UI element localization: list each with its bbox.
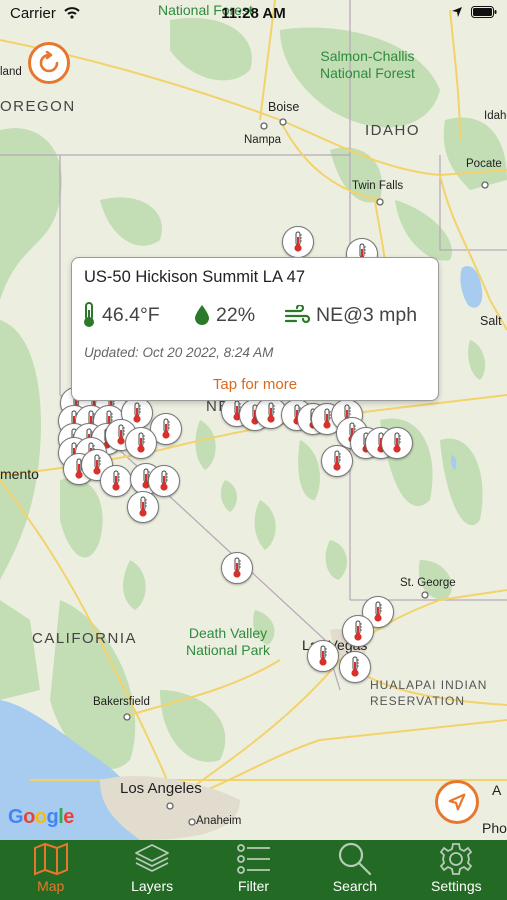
location-arrow-icon [448, 793, 466, 811]
tab-search[interactable]: Search [304, 840, 405, 900]
sensor-marker[interactable] [148, 465, 180, 497]
sensor-marker[interactable] [127, 491, 159, 523]
wind-reading: NE@3 mph [284, 304, 417, 327]
station-readings: 46.4°F 22% NE@3 mph [82, 302, 428, 328]
city-label-idaho-falls: Idaho [484, 110, 507, 122]
thermometer-icon [333, 450, 341, 471]
tab-settings[interactable]: Settings [406, 840, 507, 900]
location-services-icon [452, 7, 462, 17]
thermometer-icon [84, 302, 94, 327]
city-label-salt: Salt [480, 314, 502, 328]
thermometer-icon [354, 620, 362, 641]
region-label-hualapai: HUALAPAI INDIAN RESERVATION [370, 678, 488, 708]
clock: 11:28 AM [221, 5, 286, 22]
city-label-twin-falls: Twin Falls [352, 180, 404, 192]
status-right [451, 6, 497, 18]
thermometer-icon [133, 402, 141, 423]
sensor-marker[interactable] [321, 445, 353, 477]
thermometer-icon [112, 470, 120, 491]
sensor-marker[interactable] [307, 640, 339, 672]
sensor-marker[interactable] [100, 465, 132, 497]
humidity-value: 22% [216, 303, 256, 326]
tab-layers[interactable]: Layers [101, 840, 202, 900]
gear-icon [440, 843, 473, 875]
wind-icon [284, 305, 310, 324]
search-icon [338, 842, 372, 876]
city-label-boise: Boise [268, 100, 300, 114]
filter-icon [236, 844, 270, 874]
park-label-death-valley: Death Valley National Park [186, 625, 271, 658]
thermometer-icon [319, 645, 327, 666]
city-label-st-george: St. George [400, 577, 456, 589]
thermometer-icon [374, 601, 382, 622]
city-label-nampa: Nampa [244, 134, 282, 146]
state-label-oregon: OREGON [0, 98, 76, 115]
tab-label: Layers [131, 878, 174, 894]
tab-filter[interactable]: Filter [203, 840, 304, 900]
state-label-california: CALIFORNIA [32, 630, 138, 647]
sensor-marker[interactable] [125, 427, 157, 459]
thermometer-icon [267, 402, 275, 423]
water-drop-icon [195, 305, 209, 325]
station-popup[interactable]: US-50 Hickison Summit LA 47 46.4°F 22% N… [71, 257, 439, 401]
sensor-marker[interactable] [342, 615, 374, 647]
updated-timestamp: Updated: Oct 20 2022, 8:24 AM [84, 345, 274, 360]
temperature-reading: 46.4°F [82, 302, 194, 328]
temperature-value: 46.4°F [102, 303, 160, 326]
battery-icon [471, 6, 497, 18]
status-bar: Carrier 11:28 AM [0, 0, 507, 28]
city-label-bakersfield: Bakersfield [93, 696, 150, 708]
sensor-marker[interactable] [381, 427, 413, 459]
sensor-marker[interactable] [339, 651, 371, 683]
thermometer-icon [393, 432, 401, 453]
tab-map[interactable]: Map [0, 840, 101, 900]
map-label-land: land [0, 66, 22, 78]
tab-label: Settings [431, 878, 482, 894]
locate-me-button[interactable] [435, 780, 479, 824]
google-logo: Google [8, 806, 74, 828]
city-label-los-angeles: Los Angeles [120, 780, 202, 797]
thermometer-icon [160, 470, 168, 491]
sensor-marker[interactable] [221, 552, 253, 584]
thermometer-icon [137, 432, 145, 453]
tab-label: Map [37, 878, 65, 894]
thermometer-icon [139, 496, 147, 517]
map-view[interactable]: OREGON land IDAHO CALIFORNIA NE National… [0, 0, 507, 840]
thermometer-icon [351, 656, 359, 677]
tab-label: Filter [237, 878, 270, 894]
city-label-phoenix: Pho [482, 820, 507, 836]
sensor-marker[interactable] [282, 226, 314, 258]
thermometer-icon [233, 557, 241, 578]
tab-bar: Map Layers Filter Search Settings [0, 840, 507, 900]
city-label-sacramento: mento [0, 466, 39, 482]
city-label-anaheim: Anaheim [196, 815, 242, 827]
city-label-pocatello: Pocate [466, 158, 502, 170]
thermometer-icon [162, 418, 170, 439]
refresh-icon [39, 51, 59, 73]
thermometer-icon [294, 231, 302, 252]
wind-value: NE@3 mph [316, 303, 418, 326]
forest-label-salmon-challis: Salmon-Challis National Forest [320, 48, 415, 81]
state-label-idaho: IDAHO [365, 122, 421, 139]
map-label-a: A [492, 782, 502, 798]
map-icon [33, 842, 68, 876]
station-title: US-50 Hickison Summit LA 47 [84, 268, 306, 286]
humidity-reading: 22% [194, 304, 284, 327]
refresh-button[interactable] [28, 42, 70, 84]
tab-label: Search [332, 878, 378, 894]
layers-icon [135, 844, 170, 872]
tap-for-more-link[interactable]: Tap for more [72, 376, 438, 393]
